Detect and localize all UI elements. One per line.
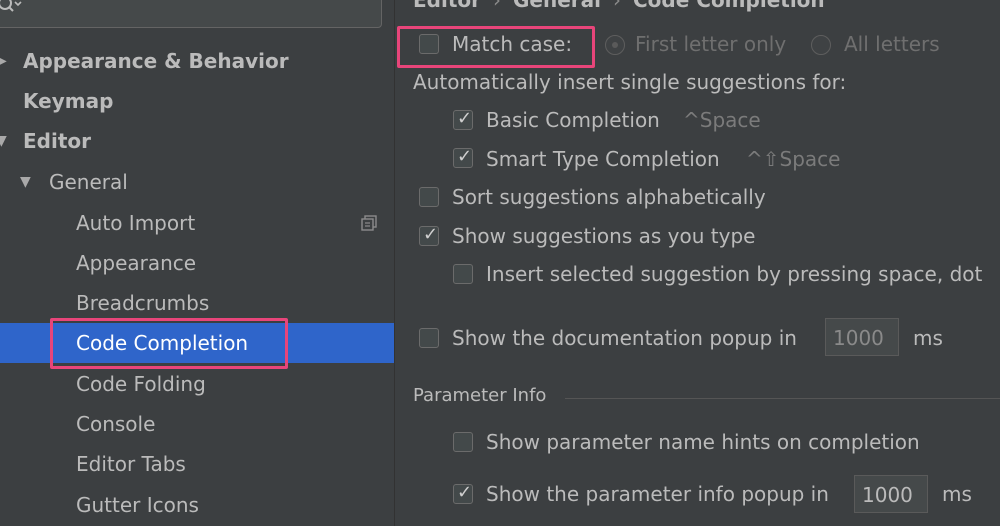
tree-item-editor[interactable]: ▼ Editor (0, 121, 394, 161)
parameter-info-section-title: Parameter Info (413, 385, 547, 406)
radio-dot (612, 42, 618, 48)
auto-insert-heading: Automatically insert single suggestions … (413, 70, 847, 94)
sort-alpha-checkbox[interactable] (419, 187, 439, 207)
param-hints-checkbox[interactable] (453, 432, 473, 452)
breadcrumb-item-general[interactable]: General (513, 0, 601, 12)
tree-item-console[interactable]: Console (0, 404, 394, 444)
tree-item-code-folding[interactable]: Code Folding (0, 364, 394, 404)
breadcrumb-separator: › (613, 0, 621, 12)
code-completion-settings-panel: Editor › General › Code Completion Match cas… (394, 0, 1000, 526)
all-letters-radio[interactable] (811, 35, 831, 55)
chevron-down-icon: ▼ (0, 133, 7, 149)
checkmark-icon: ✓ (457, 108, 473, 129)
tree-item-label: General (49, 170, 128, 194)
tree-item-general[interactable]: ▼ General (0, 162, 394, 202)
param-hints-label: Show parameter name hints on completion (486, 430, 920, 454)
checkmark-icon: ✓ (457, 146, 473, 167)
first-letter-only-label: First letter only (635, 32, 787, 56)
copy-project-icon (361, 215, 377, 231)
tree-item-label: Editor Tabs (76, 452, 186, 476)
smart-completion-checkbox[interactable]: ✓ (453, 146, 473, 168)
doc-popup-delay-input[interactable]: 1000 (825, 318, 899, 356)
basic-completion-shortcut: ^Space (683, 108, 761, 132)
tree-item-editor-tabs[interactable]: Editor Tabs (0, 444, 394, 484)
chevron-down-icon: ▼ (20, 174, 31, 190)
breadcrumb: Editor › General › Code Completion (413, 0, 825, 12)
match-case-highlight-box (397, 26, 595, 68)
show-as-type-label: Show suggestions as you type (452, 224, 756, 248)
tree-item-label: Editor (23, 129, 91, 153)
tree-item-label: Breadcrumbs (76, 291, 210, 315)
checkmark-icon: ✓ (423, 224, 439, 245)
tree-item-label: Appearance (76, 251, 197, 275)
param-popup-label: Show the parameter info popup in (486, 482, 829, 506)
search-icon (0, 0, 22, 12)
tree-item-appearance[interactable]: Appearance (0, 243, 394, 283)
tree-item-gutter-icons[interactable]: Gutter Icons (0, 485, 394, 525)
settings-search-input[interactable] (0, 0, 382, 28)
section-divider (565, 398, 1000, 399)
doc-popup-label: Show the documentation popup in (452, 326, 797, 350)
smart-completion-label: Smart Type Completion (486, 147, 720, 171)
show-as-type-checkbox[interactable]: ✓ (419, 224, 439, 246)
breadcrumb-separator: › (493, 0, 501, 12)
smart-completion-shortcut: ^⇧Space (746, 147, 841, 171)
tree-item-label: Console (76, 412, 156, 436)
sort-alpha-label: Sort suggestions alphabetically (452, 185, 766, 209)
checkmark-icon: ✓ (457, 482, 473, 503)
tree-item-breadcrumbs[interactable]: Breadcrumbs (0, 283, 394, 323)
basic-completion-label: Basic Completion (486, 108, 660, 132)
doc-popup-unit: ms (913, 326, 943, 350)
chevron-right-icon: ▶ (0, 53, 7, 69)
code-completion-highlight-box (50, 318, 288, 369)
doc-popup-checkbox[interactable] (419, 328, 439, 348)
all-letters-label: All letters (844, 32, 940, 56)
tree-item-auto-import[interactable]: Auto Import (0, 203, 394, 243)
tree-item-appearance-behavior[interactable]: ▶ Appearance & Behavior (0, 41, 394, 81)
tree-item-label: Code Folding (76, 372, 206, 396)
tree-item-label: Keymap (23, 89, 114, 113)
breadcrumb-item-code-completion: Code Completion (633, 0, 825, 12)
breadcrumb-item-editor[interactable]: Editor (413, 0, 481, 12)
settings-sidebar: ▶ Appearance & Behavior Keymap ▼ Editor … (0, 0, 394, 526)
param-popup-checkbox[interactable]: ✓ (453, 482, 473, 504)
param-popup-delay-input[interactable]: 1000 (854, 475, 928, 513)
tree-item-label: Gutter Icons (76, 493, 199, 517)
first-letter-only-radio[interactable] (605, 35, 625, 55)
tree-item-label: Auto Import (76, 211, 196, 235)
tree-item-label: Appearance & Behavior (23, 49, 289, 73)
tree-item-keymap[interactable]: Keymap (0, 81, 394, 121)
insert-space-checkbox[interactable] (453, 264, 473, 284)
param-popup-unit: ms (942, 482, 972, 506)
insert-space-label: Insert selected suggestion by pressing s… (486, 262, 983, 286)
basic-completion-checkbox[interactable]: ✓ (453, 108, 473, 130)
